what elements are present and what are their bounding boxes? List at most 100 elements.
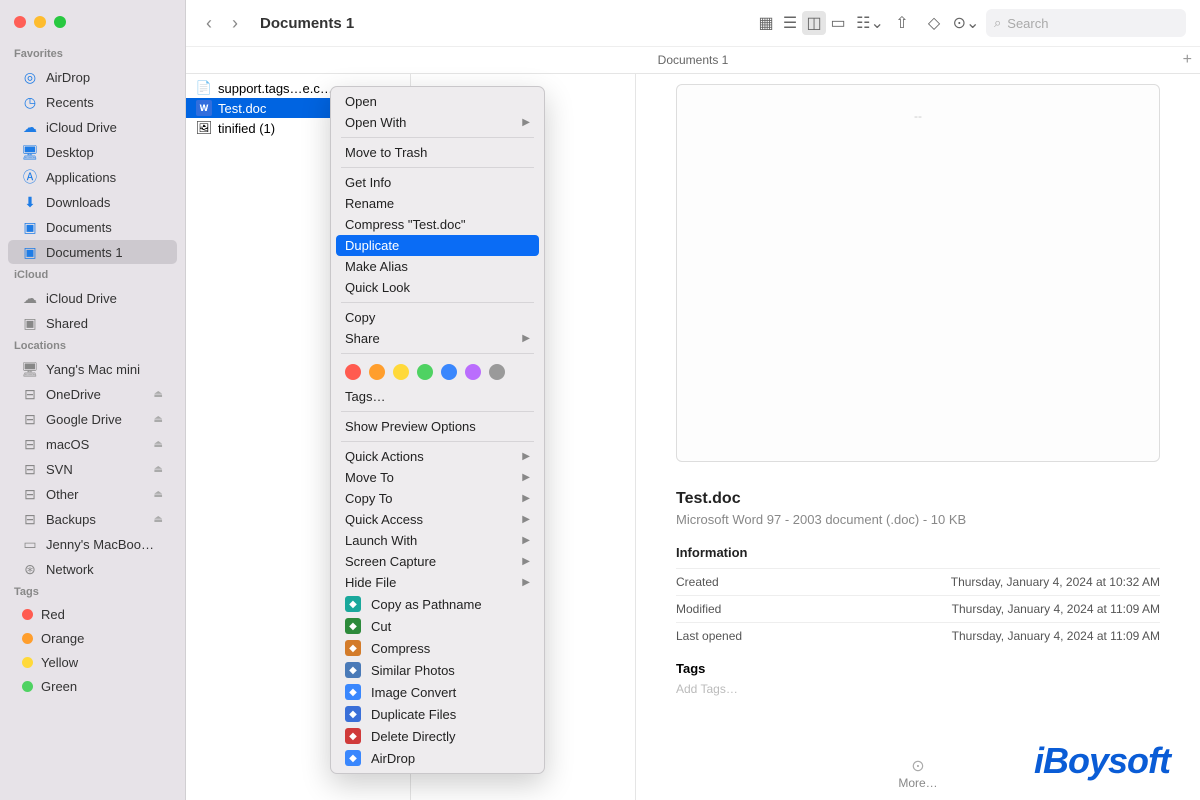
ctx-item-quick-access[interactable]: Quick Access▶ xyxy=(331,509,544,530)
tag-color-choice[interactable] xyxy=(465,364,481,380)
sidebar-item-favorites-2[interactable]: ☁iCloud Drive xyxy=(8,115,177,139)
info-row-0: CreatedThursday, January 4, 2024 at 10:3… xyxy=(676,568,1160,595)
tag-color-dot xyxy=(22,681,33,692)
cloud-icon: ☁ xyxy=(22,290,38,306)
group-by-button[interactable]: ☷⌄ xyxy=(858,11,882,35)
eject-icon[interactable]: ⏏ xyxy=(154,389,163,400)
ctx-item-open[interactable]: Open xyxy=(331,91,544,112)
ctx-item-copy-to[interactable]: Copy To▶ xyxy=(331,488,544,509)
gallery-view-button[interactable]: ▭ xyxy=(826,11,850,35)
close-window-button[interactable] xyxy=(14,16,26,28)
tags-placeholder[interactable]: Add Tags… xyxy=(676,682,1160,696)
sidebar-item-favorites-7[interactable]: ▣Documents 1 xyxy=(8,240,177,264)
ctx-item-move-to[interactable]: Move To▶ xyxy=(331,467,544,488)
sidebar-item-favorites-5[interactable]: ⬇Downloads xyxy=(8,190,177,214)
app-icon: ◆ xyxy=(345,684,361,700)
sidebar-item-favorites-6[interactable]: ▣Documents xyxy=(8,215,177,239)
ctx-item-tags-[interactable]: Tags… xyxy=(331,386,544,407)
ctx-item-show-preview-options[interactable]: Show Preview Options xyxy=(331,416,544,437)
sidebar-item-locations-8[interactable]: ⊛Network xyxy=(8,557,177,581)
ctx-item-launch-with[interactable]: Launch With▶ xyxy=(331,530,544,551)
apps-icon: Ⓐ xyxy=(22,169,38,185)
submenu-arrow-icon: ▶ xyxy=(522,493,530,504)
maximize-window-button[interactable] xyxy=(54,16,66,28)
forward-button[interactable]: › xyxy=(226,13,244,34)
ctx-item-copy-as-pathname[interactable]: ◆Copy as Pathname xyxy=(331,593,544,615)
sidebar-item-locations-2[interactable]: ⊟Google Drive⏏ xyxy=(8,407,177,431)
ctx-item-hide-file[interactable]: Hide File▶ xyxy=(331,572,544,593)
ctx-item-duplicate[interactable]: Duplicate xyxy=(336,235,539,256)
tag-button[interactable]: ◇ xyxy=(922,11,946,35)
sidebar-item-locations-4[interactable]: ⊟SVN⏏ xyxy=(8,457,177,481)
search-field[interactable]: ⌕ Search xyxy=(986,9,1186,37)
ctx-item-share[interactable]: Share▶ xyxy=(331,328,544,349)
back-button[interactable]: ‹ xyxy=(200,13,218,34)
tag-color-choice[interactable] xyxy=(489,364,505,380)
app-icon: ◆ xyxy=(345,640,361,656)
ctx-item-make-alias[interactable]: Make Alias xyxy=(331,256,544,277)
ctx-item-compress-test-doc-[interactable]: Compress "Test.doc" xyxy=(331,214,544,235)
sidebar-item-tags-2[interactable]: Yellow xyxy=(8,651,177,674)
sidebar-item-locations-3[interactable]: ⊟macOS⏏ xyxy=(8,432,177,456)
sidebar-item-icloud-0[interactable]: ☁iCloud Drive xyxy=(8,286,177,310)
minimize-window-button[interactable] xyxy=(34,16,46,28)
ctx-item-airdrop[interactable]: ◆AirDrop xyxy=(331,747,544,769)
ctx-item-similar-photos[interactable]: ◆Similar Photos xyxy=(331,659,544,681)
eject-icon[interactable]: ⏏ xyxy=(154,514,163,525)
tag-color-choice[interactable] xyxy=(369,364,385,380)
eject-icon[interactable]: ⏏ xyxy=(154,464,163,475)
submenu-arrow-icon: ▶ xyxy=(522,472,530,483)
app-icon: ◆ xyxy=(345,750,361,766)
eject-icon[interactable]: ⏏ xyxy=(154,414,163,425)
ctx-item-copy[interactable]: Copy xyxy=(331,307,544,328)
ctx-item-move-to-trash[interactable]: Move to Trash xyxy=(331,142,544,163)
list-view-button[interactable]: ☰ xyxy=(778,11,802,35)
ctx-item-image-convert[interactable]: ◆Image Convert xyxy=(331,681,544,703)
submenu-arrow-icon: ▶ xyxy=(522,117,530,128)
ctx-item-get-info[interactable]: Get Info xyxy=(331,172,544,193)
submenu-arrow-icon: ▶ xyxy=(522,451,530,462)
ctx-item-delete-directly[interactable]: ◆Delete Directly xyxy=(331,725,544,747)
ctx-item-duplicate-files[interactable]: ◆Duplicate Files xyxy=(331,703,544,725)
ctx-item-quick-look[interactable]: Quick Look xyxy=(331,277,544,298)
column-view-button[interactable]: ◫ xyxy=(802,11,826,35)
sidebar-item-favorites-0[interactable]: ◎AirDrop xyxy=(8,65,177,89)
tag-color-choice[interactable] xyxy=(393,364,409,380)
ctx-item-screen-capture[interactable]: Screen Capture▶ xyxy=(331,551,544,572)
ctx-item-rename[interactable]: Rename xyxy=(331,193,544,214)
more-actions-button[interactable]: ⊙⌄ xyxy=(954,11,978,35)
ctx-item-quick-actions[interactable]: Quick Actions▶ xyxy=(331,446,544,467)
icon-view-button[interactable]: ▦ xyxy=(754,11,778,35)
sidebar-section-tags: Tags xyxy=(0,582,185,602)
submenu-arrow-icon: ▶ xyxy=(522,577,530,588)
sidebar-item-locations-7[interactable]: ▭Jenny's MacBoo… xyxy=(8,532,177,556)
ctx-item-open-with[interactable]: Open With▶ xyxy=(331,112,544,133)
new-tab-button[interactable]: + xyxy=(1183,51,1192,69)
sidebar-item-locations-5[interactable]: ⊟Other⏏ xyxy=(8,482,177,506)
ctx-item-cut[interactable]: ◆Cut xyxy=(331,615,544,637)
sidebar-item-favorites-3[interactable]: 🖥Desktop xyxy=(8,140,177,164)
clock-icon: ◷ xyxy=(22,94,38,110)
sidebar-item-favorites-1[interactable]: ◷Recents xyxy=(8,90,177,114)
sidebar-item-tags-3[interactable]: Green xyxy=(8,675,177,698)
sidebar-item-locations-0[interactable]: 🖥Yang's Mac mini xyxy=(8,357,177,381)
tags-header: Tags xyxy=(676,661,1160,676)
disk-icon: ⊟ xyxy=(22,511,38,527)
eject-icon[interactable]: ⏏ xyxy=(154,489,163,500)
tag-color-choice[interactable] xyxy=(345,364,361,380)
tag-color-choice[interactable] xyxy=(417,364,433,380)
share-button[interactable]: ⇧ xyxy=(890,11,914,35)
ctx-item-compress[interactable]: ◆Compress xyxy=(331,637,544,659)
tab-label[interactable]: Documents 1 xyxy=(658,53,729,67)
sidebar-item-locations-1[interactable]: ⊟OneDrive⏏ xyxy=(8,382,177,406)
sidebar-item-tags-1[interactable]: Orange xyxy=(8,627,177,650)
sidebar-item-icloud-1[interactable]: ▣Shared xyxy=(8,311,177,335)
sidebar-item-favorites-4[interactable]: ⒶApplications xyxy=(8,165,177,189)
sidebar-item-tags-0[interactable]: Red xyxy=(8,603,177,626)
tag-color-choice[interactable] xyxy=(441,364,457,380)
eject-icon[interactable]: ⏏ xyxy=(154,439,163,450)
folder-icon: ▣ xyxy=(22,219,38,235)
sidebar-item-locations-6[interactable]: ⊟Backups⏏ xyxy=(8,507,177,531)
search-placeholder: Search xyxy=(1007,16,1048,31)
ctx-separator xyxy=(341,411,534,412)
